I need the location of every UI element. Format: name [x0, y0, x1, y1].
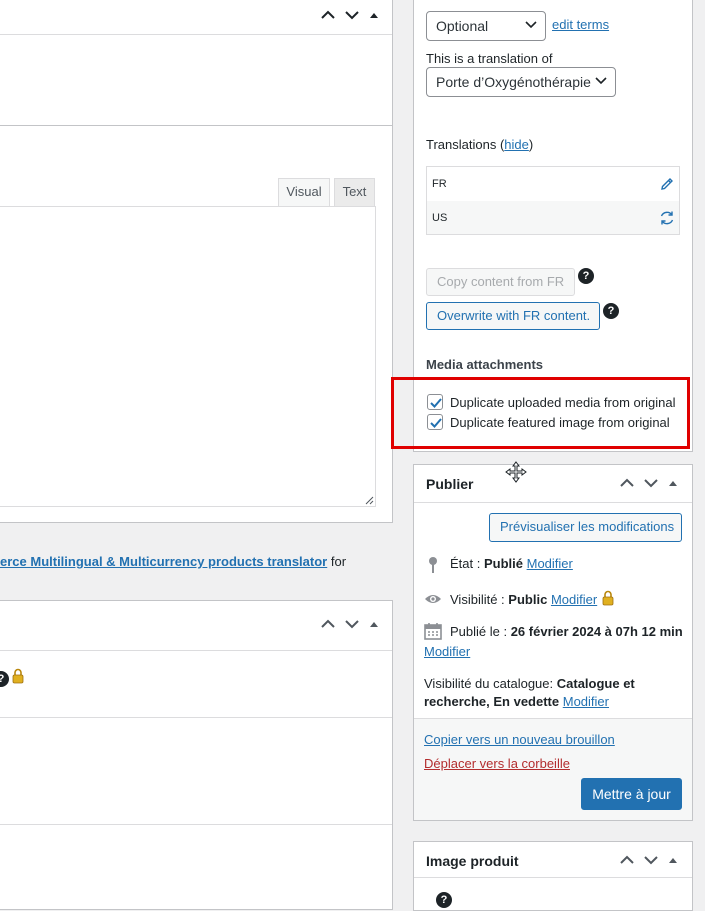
copy-content-button[interactable]: Copy content from FR: [426, 268, 575, 296]
translation-of-label: This is a translation of: [426, 51, 553, 66]
overwrite-content-button[interactable]: Overwrite with FR content.: [426, 302, 600, 330]
triangle-up-icon[interactable]: [668, 856, 678, 864]
visibility-value: Public: [508, 592, 548, 607]
trash-link[interactable]: Déplacer vers la corbeille: [424, 756, 570, 771]
help-icon[interactable]: ?: [578, 268, 594, 284]
lock-icon: [12, 668, 24, 684]
divider: [414, 877, 692, 878]
translation-of-select[interactable]: Porte d’Oxygénothérapie: [426, 67, 616, 97]
move-cursor-icon: [505, 461, 527, 483]
duplicate-featured-label[interactable]: Duplicate featured image from original: [450, 415, 670, 430]
catalog-value-2: recherche, En vedette: [424, 694, 560, 709]
translations-close: ): [528, 137, 534, 152]
checkmark-icon: [430, 398, 442, 408]
media-attachments-heading: Media attachments: [426, 357, 544, 372]
chevron-up-icon[interactable]: [321, 619, 335, 629]
chevron-up-icon[interactable]: [620, 478, 634, 488]
eye-icon: [425, 595, 441, 603]
help-icon[interactable]: ?: [603, 303, 619, 319]
chevron-down-icon: [595, 77, 607, 85]
edit-catalog-link[interactable]: Modifier: [563, 694, 609, 709]
translation-row-us: US: [427, 201, 679, 234]
translation-mode-value: Optional: [436, 18, 489, 34]
status-value: Publié: [483, 556, 523, 571]
triangle-up-icon[interactable]: [369, 620, 379, 628]
edit-visibility-link[interactable]: Modifier: [551, 592, 597, 607]
publish-title: Publier: [426, 476, 474, 492]
copy-draft-link[interactable]: Copier vers un nouveau brouillon: [424, 732, 615, 747]
preview-changes-button[interactable]: Prévisualiser les modifications: [489, 513, 682, 542]
refresh-icon[interactable]: [658, 209, 676, 227]
help-icon[interactable]: ?: [436, 892, 452, 908]
duplicate-media-label[interactable]: Duplicate uploaded media from original: [450, 395, 675, 410]
edit-terms-link[interactable]: edit terms: [552, 17, 609, 32]
translations-table: FR US: [426, 166, 680, 235]
chevron-up-icon[interactable]: [620, 855, 634, 865]
chevron-down-icon[interactable]: [644, 478, 658, 488]
triangle-up-icon[interactable]: [369, 11, 379, 19]
update-button[interactable]: Mettre à jour: [581, 778, 682, 810]
chevron-down-icon[interactable]: [644, 855, 658, 865]
highlight-box: [391, 377, 690, 449]
panel-arrows: [321, 619, 379, 629]
calendar-icon: [424, 623, 442, 640]
translations-label: Translations (: [426, 137, 505, 152]
edit-date-link[interactable]: Modifier: [424, 644, 470, 659]
resize-handle-icon[interactable]: [364, 495, 374, 505]
language-code: FR: [432, 178, 447, 190]
catalog-value-1: Catalogue et: [556, 676, 635, 691]
status-label: État :: [450, 556, 484, 571]
plugin-notice: erce Multilingual & Multicurrency produc…: [0, 554, 346, 569]
translations-heading: Translations (hide): [426, 137, 533, 152]
published-label: Publié le :: [450, 624, 511, 639]
published-row: Publié le : 26 février 2024 à 07h 12 min: [450, 624, 683, 639]
duplicate-featured-checkbox[interactable]: [427, 414, 443, 430]
catalog-visibility-row: Visibilité du catalogue: Catalogue et: [424, 676, 635, 691]
chevron-down-icon[interactable]: [345, 619, 359, 629]
panel-arrows: [321, 10, 379, 20]
product-image-title: Image produit: [426, 853, 519, 869]
catalog-label: Visibilité du catalogue:: [424, 676, 557, 691]
catalog-visibility-row-2: recherche, En vedette Modifier: [424, 694, 609, 709]
divider: [0, 34, 392, 35]
chevron-down-icon[interactable]: [345, 10, 359, 20]
product-image-panel: [413, 841, 693, 911]
left-top-panel: [0, 0, 393, 128]
status-row: État : Publié Modifier: [450, 556, 573, 571]
pencil-icon[interactable]: [659, 176, 675, 192]
divider: [0, 824, 392, 825]
hide-translations-link[interactable]: hide: [504, 137, 529, 152]
published-value: 26 février 2024 à 07h 12 min: [510, 624, 683, 639]
translation-row-fr: FR: [427, 167, 679, 201]
panel-arrows: [620, 855, 678, 865]
language-code: US: [432, 212, 448, 224]
checkmark-icon: [430, 418, 442, 428]
translation-mode-select[interactable]: Optional: [426, 11, 546, 41]
plugin-link-suffix: for: [327, 554, 347, 569]
panel-arrows: [620, 478, 678, 488]
chevron-down-icon: [525, 21, 537, 29]
divider: [414, 502, 692, 503]
plugin-link[interactable]: erce Multilingual & Multicurrency produc…: [0, 554, 327, 569]
tab-visual[interactable]: Visual: [278, 178, 330, 206]
divider: [0, 717, 392, 718]
pin-icon: [429, 557, 437, 573]
tab-text[interactable]: Text: [334, 178, 375, 206]
edit-status-link[interactable]: Modifier: [527, 556, 573, 571]
translation-of-value: Porte d’Oxygénothérapie: [436, 74, 591, 90]
left-lower-panel: ?: [0, 600, 393, 910]
chevron-up-icon[interactable]: [321, 10, 335, 20]
editor-panel: Visual Text: [0, 125, 393, 523]
duplicate-media-checkbox[interactable]: [427, 394, 443, 410]
divider: [0, 650, 392, 651]
help-icon[interactable]: ?: [0, 671, 9, 687]
triangle-up-icon[interactable]: [668, 479, 678, 487]
editor-textarea[interactable]: [0, 206, 376, 507]
visibility-row: Visibilité : Public Modifier: [450, 592, 597, 607]
visibility-label: Visibilité :: [450, 592, 509, 607]
lock-icon: [602, 590, 614, 606]
